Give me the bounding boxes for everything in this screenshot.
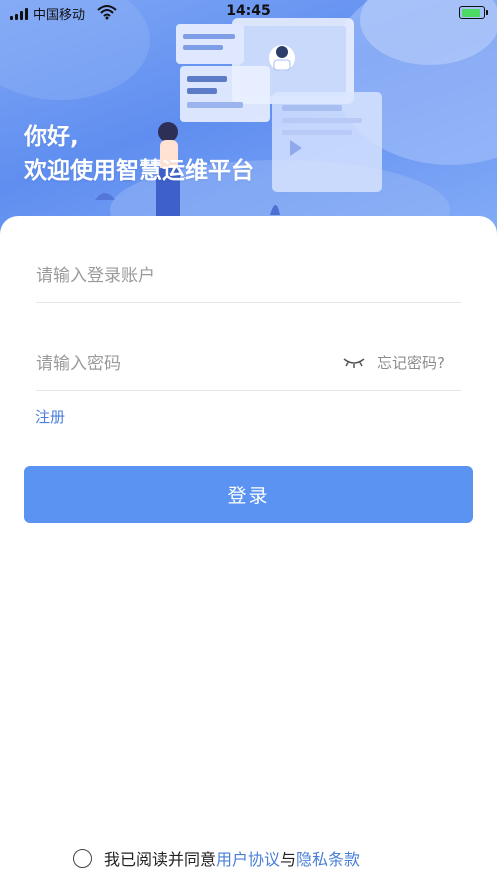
login-card: 忘记密码? 注册 登录 我已阅读并同意用户协议与隐私条款 (0, 216, 497, 883)
agreement-row: 我已阅读并同意用户协议与隐私条款 (73, 846, 360, 870)
greeting-line-1: 你好, (24, 124, 79, 150)
account-input[interactable] (36, 251, 336, 301)
register-link[interactable]: 注册 (35, 406, 65, 427)
account-field (36, 251, 461, 303)
status-time: 14:45 (226, 3, 271, 19)
agreement-conjunction: 与 (280, 850, 297, 869)
greeting-line-2: 欢迎使用智慧运维平台 (24, 158, 254, 184)
login-button[interactable]: 登录 (24, 466, 473, 523)
privacy-terms-link[interactable]: 隐私条款 (296, 850, 360, 869)
status-bar: 中国移动 14:45 (0, 0, 497, 26)
welcome-greeting: 你好, 欢迎使用智慧运维平台 (24, 120, 254, 188)
eye-closed-icon[interactable] (342, 354, 366, 370)
user-agreement-link[interactable]: 用户协议 (216, 850, 280, 869)
forgot-password-link[interactable]: 忘记密码? (377, 352, 445, 373)
password-field: 忘记密码? (36, 339, 461, 391)
agreement-prefix: 我已阅读并同意 (104, 850, 217, 869)
login-screen: 中国移动 14:45 你好, 欢迎使用智慧运维平台 请输入登录账户 忘记密码? … (0, 0, 497, 883)
battery-icon (459, 6, 488, 19)
hero-banner: 中国移动 14:45 你好, 欢迎使用智慧运维平台 (0, 0, 497, 240)
password-input[interactable] (36, 339, 336, 389)
radio-unchecked-icon[interactable] (73, 848, 92, 868)
